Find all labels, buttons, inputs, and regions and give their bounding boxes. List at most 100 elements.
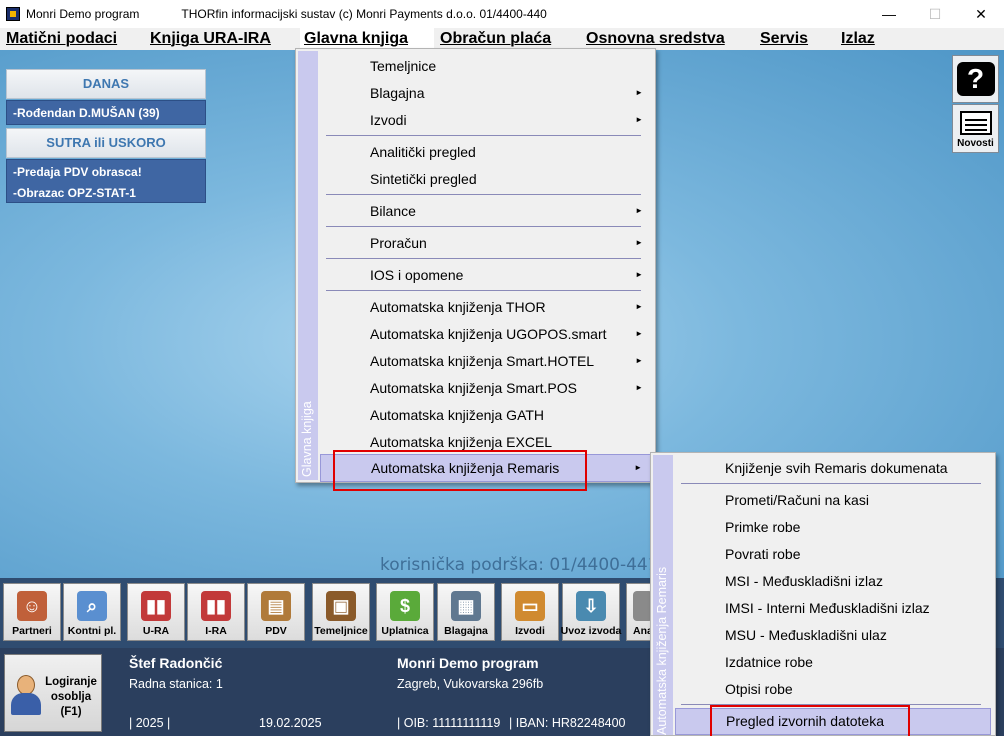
help-icon: ? xyxy=(956,62,995,96)
i-ra-button[interactable]: ▮▮ I-RA xyxy=(187,583,245,641)
submenu-item-imsi[interactable]: IMSI - Interni Međuskladišni izlaz xyxy=(675,595,991,621)
submenu-item-msi[interactable]: MSI - Međuskladišni izlaz xyxy=(675,568,991,594)
submenu-arrow-icon: ► xyxy=(635,88,643,97)
menu-item-proracun[interactable]: Proračun ► xyxy=(320,230,651,256)
open-box-icon: ▭ xyxy=(515,591,545,621)
soon-item[interactable]: -Obrazac OPZ-STAT-1 xyxy=(7,183,205,204)
menu-separator xyxy=(326,226,641,227)
submenu-item-povrati[interactable]: Povrati robe xyxy=(675,541,991,567)
submenu-item-otpisi[interactable]: Otpisi robe xyxy=(675,676,991,702)
partneri-label: Partneri xyxy=(12,625,52,637)
today-item[interactable]: -Rođendan D.MUŠAN (39) xyxy=(7,103,205,124)
news-label: Novosti xyxy=(957,137,994,149)
uvoz-izvoda-button[interactable]: ⇩ Uvoz izvoda xyxy=(560,583,622,641)
menu-item-bilance[interactable]: Bilance ► xyxy=(320,198,651,224)
submenu-item-label: Izdatnice robe xyxy=(725,654,813,670)
menu-item-label: Automatska knjiženja Smart.HOTEL xyxy=(370,353,595,369)
menu-item-sinteticki-pregled[interactable]: Sintetički pregled xyxy=(320,166,651,192)
menu-knjiga-ura-ira[interactable]: Knjiga URA-IRA xyxy=(150,28,271,50)
menu-item-label: Proračun xyxy=(370,235,427,251)
menu-servis[interactable]: Servis xyxy=(760,28,808,50)
submenu-item-label: Prometi/Računi na kasi xyxy=(725,492,869,508)
menu-item-auto-gath[interactable]: Automatska knjiženja GATH xyxy=(320,402,651,428)
pdv-button[interactable]: ▤ PDV xyxy=(247,583,305,641)
login-label: Logiranje osoblja (F1) xyxy=(45,676,97,718)
uplatnica-label: Uplatnica xyxy=(381,625,429,637)
binders-icon: ▮▮ xyxy=(141,591,171,621)
menu-item-auto-smart-hotel[interactable]: Automatska knjiženja Smart.HOTEL ► xyxy=(320,348,651,374)
kontni-plan-button[interactable]: ⌕ Kontni pl. xyxy=(63,583,121,641)
submenu-arrow-icon: ► xyxy=(635,270,643,279)
submenu-arrow-icon: ► xyxy=(634,463,642,472)
menu-izlaz[interactable]: Izlaz xyxy=(841,28,875,50)
menu-item-label: Automatska knjiženja GATH xyxy=(370,407,545,423)
menu-separator xyxy=(326,194,641,195)
temeljnice-label: Temeljnice xyxy=(314,625,368,637)
menu-item-ios-opomene[interactable]: IOS i opomene ► xyxy=(320,262,651,288)
binders-icon: ▮▮ xyxy=(201,591,231,621)
submenu-item-izdatnice[interactable]: Izdatnice robe xyxy=(675,649,991,675)
partneri-button[interactable]: ☺ Partneri xyxy=(3,583,61,641)
uplatnica-button[interactable]: $ Uplatnica xyxy=(376,583,434,641)
i-ra-label: I-RA xyxy=(205,625,227,637)
blagajna-label: Blagajna xyxy=(444,625,488,637)
menu-maticni-podaci[interactable]: Matični podaci xyxy=(6,28,117,50)
money-icon: $ xyxy=(390,591,420,621)
temeljnice-button[interactable]: ▣ Temeljnice xyxy=(312,583,370,641)
title-bar: Monri Demo program THORfin informacijski… xyxy=(0,0,1004,28)
login-button[interactable]: Logiranje osoblja (F1) xyxy=(4,654,102,732)
app-title: Monri Demo program xyxy=(26,7,140,21)
kontni-plan-label: Kontni pl. xyxy=(67,625,117,637)
izvodi-label: Izvodi xyxy=(515,625,545,637)
menu-item-label: Izvodi xyxy=(370,112,407,128)
submenu-item-label: Knjiženje svih Remaris dokumenata xyxy=(725,460,948,476)
help-button[interactable]: ? xyxy=(952,55,999,103)
close-button[interactable]: ✕ xyxy=(958,0,1004,28)
news-button[interactable]: Novosti xyxy=(952,104,999,153)
submenu-arrow-icon: ► xyxy=(635,206,643,215)
menu-separator xyxy=(326,135,641,136)
menu-item-label: Analitički pregled xyxy=(370,144,476,160)
menu-osnovna-sredstva[interactable]: Osnovna sredstva xyxy=(586,28,725,50)
u-ra-button[interactable]: ▮▮ U-RA xyxy=(127,583,185,641)
menu-item-label: Temeljnice xyxy=(370,58,437,74)
submenu-item-primke[interactable]: Primke robe xyxy=(675,514,991,540)
submenu-arrow-icon: ► xyxy=(635,115,643,124)
system-title: THORfin informacijski sustav (c) Monri P… xyxy=(181,7,547,21)
menu-item-analiticki-pregled[interactable]: Analitički pregled xyxy=(320,139,651,165)
submenu-item-msu[interactable]: MSU - Međuskladišni ulaz xyxy=(675,622,991,648)
box-icon: ▣ xyxy=(326,591,356,621)
minimize-button[interactable]: — xyxy=(866,0,912,28)
clipboard-icon: ▤ xyxy=(261,591,291,621)
izvodi-button[interactable]: ▭ Izvodi xyxy=(501,583,559,641)
menu-bar: Matični podaci Knjiga URA-IRA Glavna knj… xyxy=(0,28,1004,50)
submenu-item-prometi[interactable]: Prometi/Računi na kasi xyxy=(675,487,991,513)
highlight-box-pregled xyxy=(710,705,910,736)
menu-item-izvodi[interactable]: Izvodi ► xyxy=(320,107,651,133)
submenu-item-knjizenje-svih[interactable]: Knjiženje svih Remaris dokumenata xyxy=(675,455,991,481)
submenu-item-label: Primke robe xyxy=(725,519,801,535)
menu-side-strip: Glavna knjiga xyxy=(298,51,318,480)
import-icon: ⇩ xyxy=(576,591,606,621)
submenu-item-label: IMSI - Interni Međuskladišni izlaz xyxy=(725,600,930,616)
menu-item-auto-ugopos[interactable]: Automatska knjiženja UGOPOS.smart ► xyxy=(320,321,651,347)
year: | 2025 | xyxy=(129,716,171,730)
today-list: -Rođendan D.MUŠAN (39) xyxy=(6,100,206,125)
blagajna-button[interactable]: ▦ Blagajna xyxy=(437,583,495,641)
today-header: DANAS xyxy=(6,69,206,99)
menu-item-label: Bilance xyxy=(370,203,416,219)
menu-item-auto-smart-pos[interactable]: Automatska knjiženja Smart.POS ► xyxy=(320,375,651,401)
submenu-side-strip: Automatska knjiženja Remaris xyxy=(653,455,673,735)
menu-obracun-placa[interactable]: Obračun plaća xyxy=(440,28,551,50)
maximize-button[interactable]: ☐ xyxy=(912,0,958,28)
menu-item-auto-thor[interactable]: Automatska knjiženja THOR ► xyxy=(320,294,651,320)
submenu-separator xyxy=(681,483,981,484)
submenu-item-label: Otpisi robe xyxy=(725,681,793,697)
menu-item-blagajna[interactable]: Blagajna ► xyxy=(320,80,651,106)
uvoz-izvoda-label: Uvoz izvoda xyxy=(560,625,622,637)
pdv-label: PDV xyxy=(265,625,287,637)
menu-item-temeljnice[interactable]: Temeljnice xyxy=(320,53,651,79)
soon-item[interactable]: -Predaja PDV obrasca! xyxy=(7,162,205,183)
workstation: Radna stanica: 1 xyxy=(129,677,223,691)
menu-glavna-knjiga[interactable]: Glavna knjiga xyxy=(300,28,434,50)
